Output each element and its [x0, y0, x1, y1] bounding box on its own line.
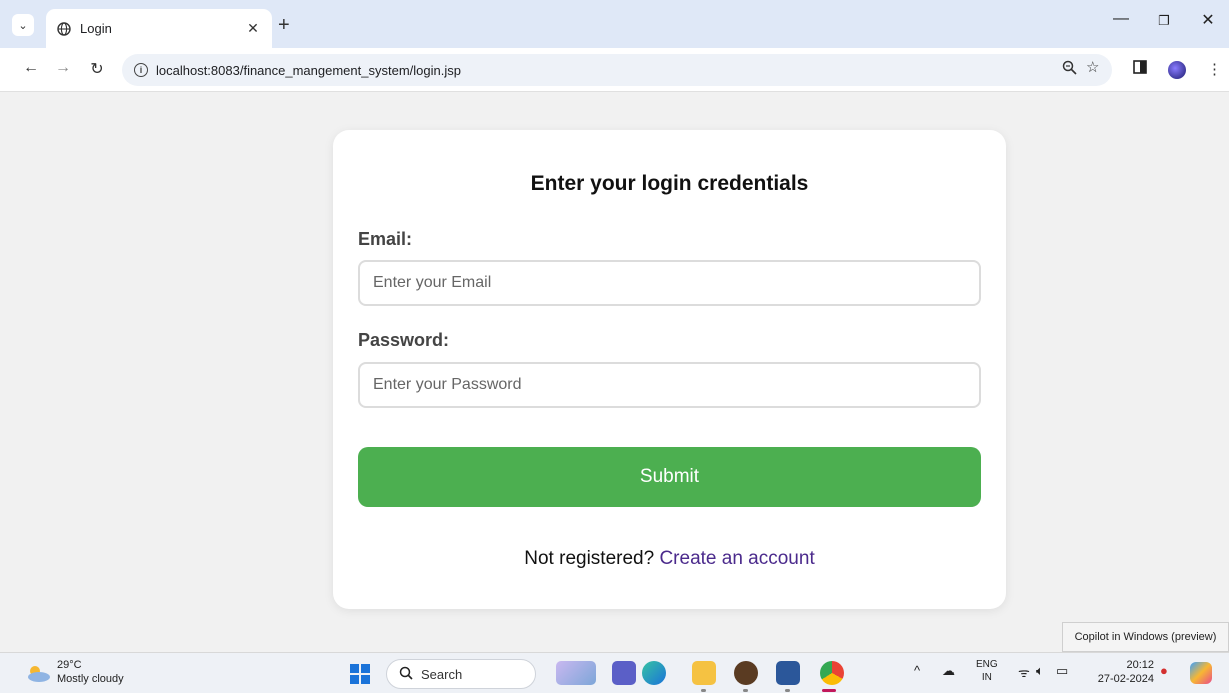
restore-icon[interactable]: ❐ — [1149, 13, 1179, 29]
bell-icon[interactable]: ● — [1160, 663, 1168, 678]
widget-icon[interactable] — [556, 661, 596, 685]
tab-search-icon[interactable]: ⌄ — [12, 14, 34, 36]
page-title: Enter your login credentials — [530, 172, 809, 195]
weather-desc: Mostly cloudy — [57, 673, 124, 685]
wifi-icon[interactable]: ᯤ — [1018, 663, 1030, 681]
file-explorer-icon[interactable] — [692, 661, 716, 685]
url-text: localhost:8083/finance_mangement_system/… — [156, 62, 461, 78]
page-content: Enter your login credentials Email: Pass… — [0, 92, 1229, 652]
copilot-tooltip: Copilot in Windows (preview) — [1062, 622, 1229, 652]
lang-bottom: IN — [981, 672, 992, 683]
reload-icon[interactable]: ↻ — [86, 59, 108, 79]
lang-top: ENG — [976, 659, 998, 670]
taskbar: 29°C Mostly cloudy Search ^ ☁ ENG IN ᯤ 🔈… — [0, 652, 1229, 693]
volume-icon[interactable]: 🔈︎ — [1036, 663, 1044, 679]
minimize-icon[interactable]: — — [1106, 10, 1136, 28]
window-close-icon[interactable]: ✕ — [1193, 10, 1223, 30]
browser-tab[interactable]: Login ✕ — [46, 9, 272, 48]
weather-icon[interactable] — [24, 663, 52, 683]
menu-icon[interactable]: ⋮ — [1207, 60, 1222, 78]
password-label: Password: — [358, 330, 450, 350]
globe-icon — [56, 21, 72, 37]
submit-button[interactable]: Submit — [358, 447, 981, 507]
chevron-up-icon[interactable]: ^ — [914, 663, 920, 678]
active-app-indicator — [822, 689, 836, 692]
register-prompt: Not registered? — [524, 548, 655, 569]
search-icon — [399, 666, 413, 683]
email-label: Email: — [358, 229, 413, 249]
app-icon[interactable] — [734, 661, 758, 685]
app-indicator — [785, 689, 790, 692]
edge-icon[interactable] — [642, 661, 666, 685]
copilot-icon[interactable] — [1190, 662, 1212, 684]
windows-start-icon[interactable] — [350, 664, 370, 684]
word-icon[interactable] — [776, 661, 800, 685]
teams-icon[interactable] — [612, 661, 636, 685]
clock[interactable]: 20:12 27-02-2024 — [1092, 658, 1154, 686]
weather-temp: 29°C — [57, 659, 82, 671]
app-indicator — [701, 689, 706, 692]
time: 20:12 — [1126, 659, 1154, 671]
login-card: Enter your login credentials Email: Pass… — [333, 130, 1006, 609]
tab-title: Login — [80, 21, 112, 36]
plus-icon[interactable]: + — [278, 14, 290, 37]
email-field[interactable] — [358, 260, 981, 306]
create-account-link[interactable]: Create an account — [659, 548, 814, 569]
battery-icon[interactable]: ▭ — [1056, 663, 1068, 679]
date: 27-02-2024 — [1097, 673, 1154, 685]
close-icon[interactable]: ✕ — [244, 20, 262, 37]
zoom-icon[interactable] — [1062, 60, 1077, 79]
chrome-icon[interactable] — [820, 661, 844, 685]
sidepanel-icon[interactable] — [1133, 60, 1147, 78]
search-label: Search — [421, 666, 463, 682]
profile-avatar[interactable] — [1168, 61, 1186, 79]
forward-icon[interactable]: → — [52, 59, 74, 77]
tab-bar: ⌄ Login ✕ + — ❐ ✕ — [0, 0, 1229, 48]
taskbar-search[interactable]: Search — [386, 659, 536, 689]
browser-toolbar: ← → ↻ i localhost:8083/finance_mangement… — [0, 48, 1229, 92]
language-indicator[interactable]: ENG IN — [976, 658, 998, 684]
app-indicator — [743, 689, 748, 692]
password-field[interactable] — [358, 362, 981, 408]
star-icon[interactable]: ☆ — [1086, 58, 1099, 76]
info-icon[interactable]: i — [134, 63, 148, 77]
cloud-sync-icon[interactable]: ☁ — [942, 663, 955, 679]
register-row: Not registered? Create an account — [333, 548, 1006, 570]
address-bar[interactable]: i localhost:8083/finance_mangement_syste… — [122, 54, 1112, 86]
back-icon[interactable]: ← — [20, 59, 42, 77]
